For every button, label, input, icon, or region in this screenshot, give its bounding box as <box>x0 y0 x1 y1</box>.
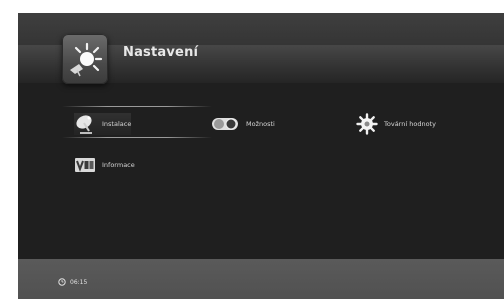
satellite-dish-icon <box>74 113 96 135</box>
gear-sun-icon <box>356 113 378 135</box>
menu-item-label: Tovární hodnoty <box>384 120 436 128</box>
version-icon <box>74 154 96 176</box>
toggle-options-icon <box>210 113 240 135</box>
settings-sun-icon <box>62 34 108 84</box>
status-clock: 06:15 <box>58 278 87 286</box>
menu-item-informace[interactable]: Informace <box>74 154 135 176</box>
menu-item-instalace[interactable]: Instalace <box>74 113 132 135</box>
menu-item-tovarni-hodnoty[interactable]: Tovární hodnoty <box>356 113 436 135</box>
menu-item-label: Informace <box>102 161 135 169</box>
footer-bar: 06:15 <box>18 259 504 299</box>
clock-time: 06:15 <box>70 278 88 286</box>
page-title: Nastavení <box>123 45 199 60</box>
menu-item-label: Možnosti <box>246 120 275 128</box>
settings-screen: Nastavení Instalace Možnosti Tovární hod… <box>18 13 504 299</box>
selection-bottom-line <box>62 137 212 138</box>
clock-icon <box>58 278 66 286</box>
menu-item-label: Instalace <box>102 120 132 128</box>
selection-top-line <box>62 106 212 107</box>
menu-item-moznosti[interactable]: Možnosti <box>210 113 275 135</box>
